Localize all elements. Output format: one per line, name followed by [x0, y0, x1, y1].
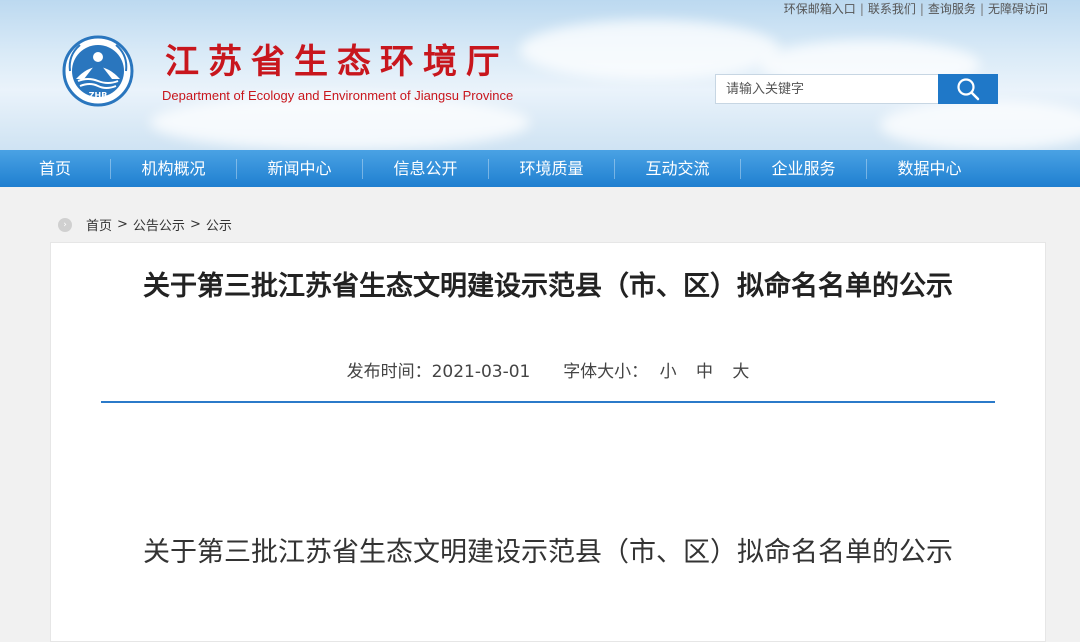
article-meta: 发布时间：2021-03-01 字体大小： 小 中 大	[50, 357, 1046, 382]
mailbox-link[interactable]: 环保邮箱入口	[784, 2, 856, 16]
font-size-large-button[interactable]: 大	[732, 362, 749, 382]
zhb-emblem-logo[interactable]: ZHB	[62, 35, 134, 107]
header-cloud	[150, 95, 530, 150]
header-cloud	[520, 20, 780, 80]
nav-item-home[interactable]: 首页	[0, 150, 110, 187]
breadcrumb-current[interactable]: 公示	[206, 215, 232, 234]
nav-item-data-center[interactable]: 数据中心	[867, 150, 992, 187]
nav-item-env-quality[interactable]: 环境质量	[489, 150, 614, 187]
site-header: 环保邮箱入口 | 联系我们 | 查询服务 | 无障碍访问 ZHB 江苏省生态环境厅 Depa…	[0, 0, 1080, 150]
search-input[interactable]: 请输入关键字	[715, 74, 939, 104]
publish-label: 发布时间：	[346, 362, 432, 382]
nav-item-interaction[interactable]: 互动交流	[615, 150, 740, 187]
site-title-cn: 江苏省生态环境厅	[165, 42, 509, 82]
search-button[interactable]	[938, 74, 998, 104]
article-body-heading: 关于第三批江苏省生态文明建设示范县（市、区）拟命名名单的公示	[143, 537, 953, 568]
separator: |	[919, 2, 924, 16]
nav-item-news[interactable]: 新闻中心	[237, 150, 362, 187]
nav-item-organization[interactable]: 机构概况	[111, 150, 236, 187]
font-size-medium-button[interactable]: 中	[696, 362, 713, 382]
breadcrumb-home[interactable]: 首页	[86, 215, 112, 234]
main-nav: 首页 机构概况 新闻中心 信息公开 环境质量 互动交流 企业服务 数据中心	[0, 150, 1080, 187]
nav-item-info-disclosure[interactable]: 信息公开	[363, 150, 488, 187]
header-cloud	[880, 100, 1080, 150]
breadcrumb-sep: >	[117, 217, 128, 232]
location-icon: ›	[58, 217, 72, 232]
breadcrumb: › 首页 > 公告公示 > 公示	[58, 215, 232, 234]
accessible-link[interactable]: 无障碍访问	[988, 2, 1048, 16]
article-title: 关于第三批江苏省生态文明建设示范县（市、区）拟命名名单的公示	[143, 271, 953, 302]
publish-date: 2021-03-01	[431, 362, 531, 382]
title-divider	[101, 401, 995, 403]
query-service-link[interactable]: 查询服务	[928, 2, 976, 16]
breadcrumb-sep: >	[189, 217, 201, 232]
nav-item-enterprise[interactable]: 企业服务	[741, 150, 866, 187]
separator: |	[979, 2, 984, 16]
site-title-en: Department of Ecology and Environment of…	[162, 88, 514, 103]
contact-link[interactable]: 联系我们	[868, 2, 916, 16]
search-icon	[957, 78, 980, 101]
font-size-label: 字体大小：	[563, 362, 649, 382]
top-links: 环保邮箱入口 | 联系我们 | 查询服务 | 无障碍访问	[784, 0, 1048, 17]
breadcrumb-section[interactable]: 公告公示	[133, 215, 185, 234]
font-size-small-button[interactable]: 小	[660, 362, 677, 382]
emblem-text: ZHB	[89, 91, 108, 100]
separator: |	[859, 2, 864, 16]
